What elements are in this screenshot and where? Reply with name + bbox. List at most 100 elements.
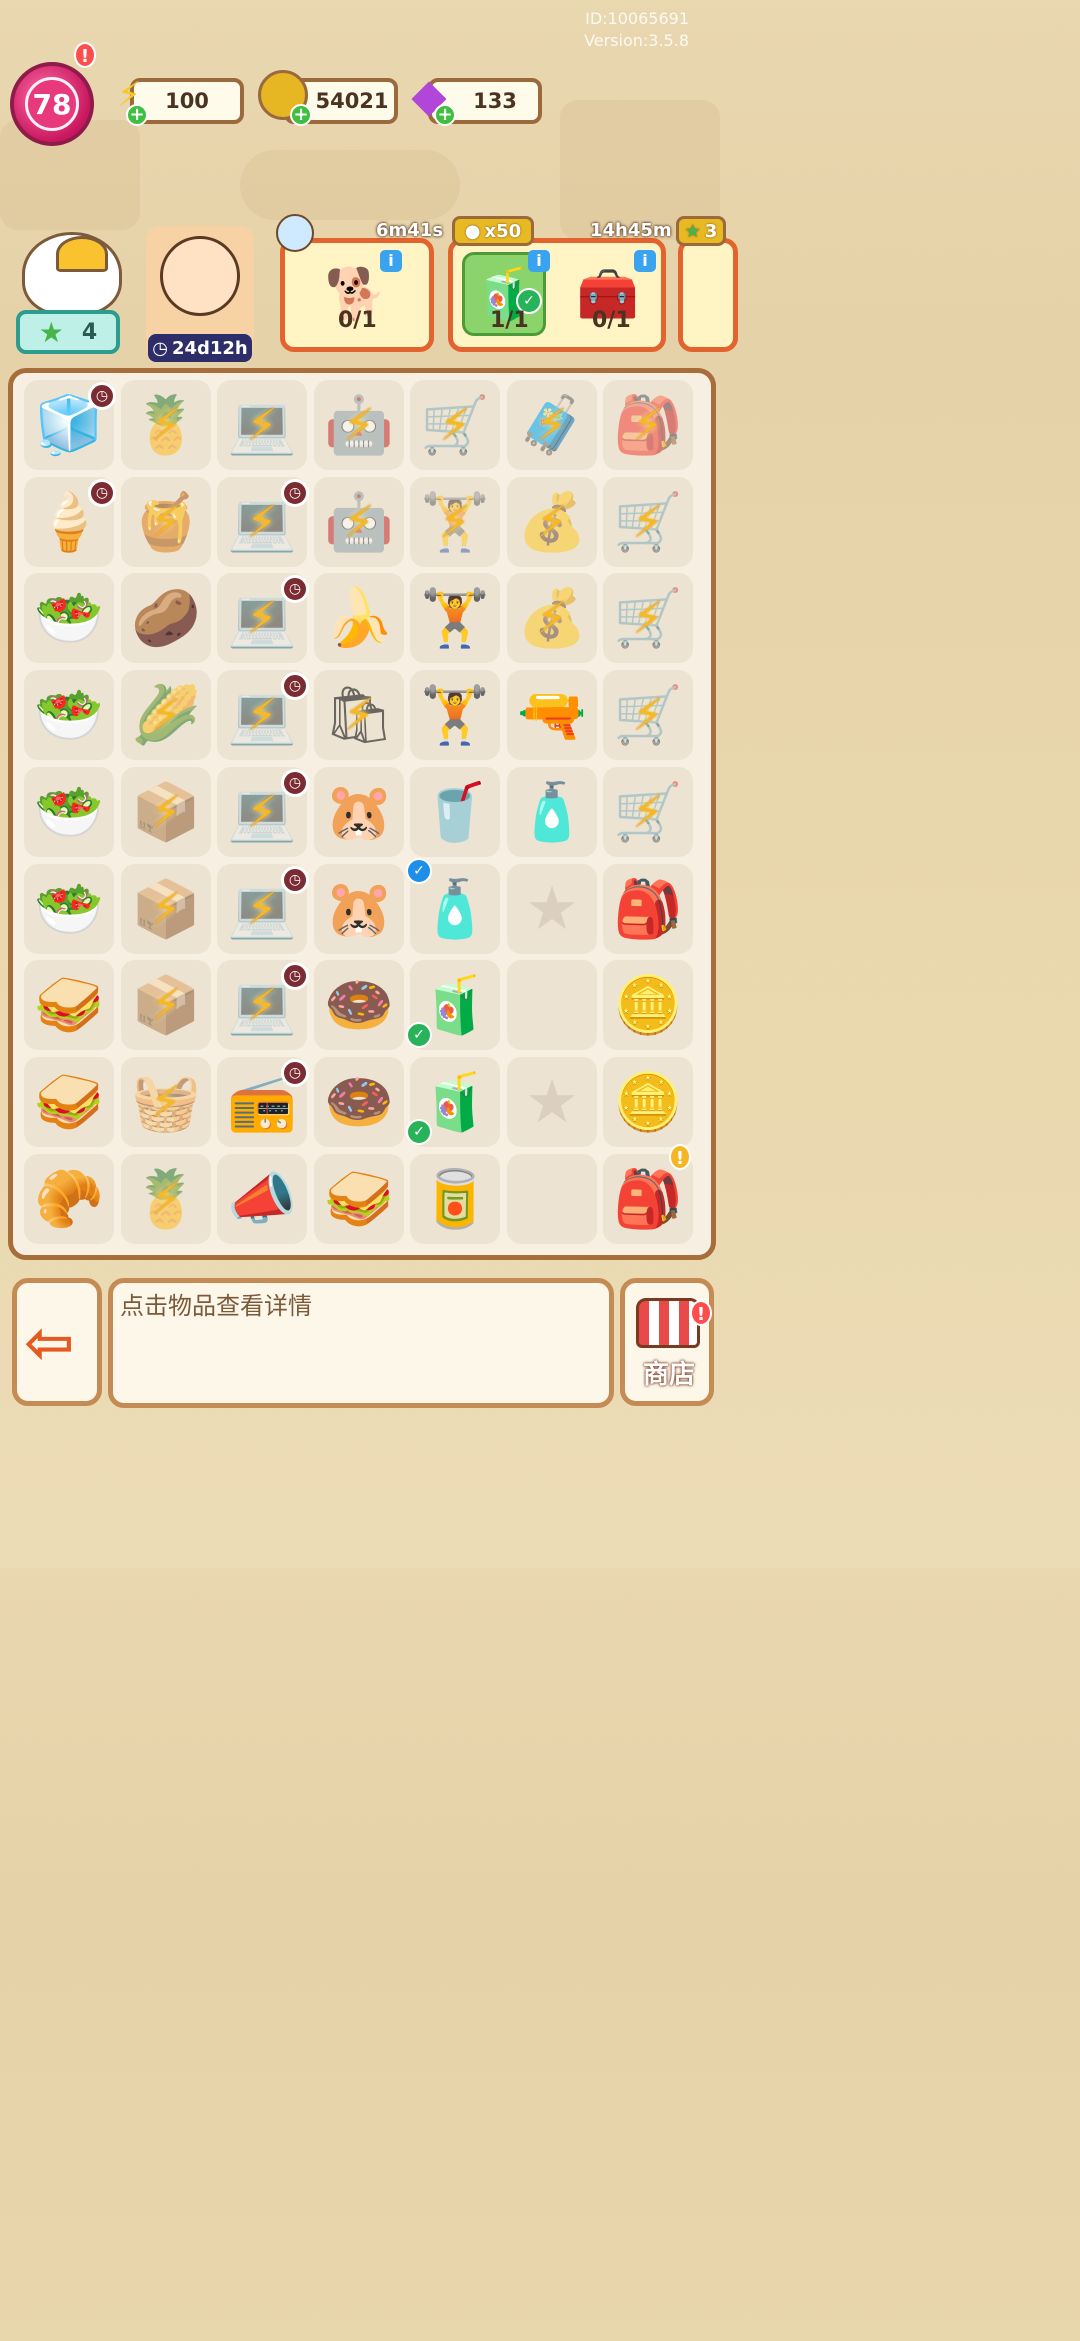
info-icon[interactable]: i bbox=[634, 250, 656, 272]
item-icon: 🥪 bbox=[324, 1167, 394, 1232]
board-item-cell[interactable]: 🏋 bbox=[410, 670, 500, 760]
customer-avatar-icon bbox=[276, 214, 314, 252]
item-icon: 🧴 bbox=[517, 780, 587, 845]
level-number: 78 bbox=[25, 77, 79, 131]
board-item-cell[interactable]: 🪙 bbox=[603, 960, 693, 1050]
locked-lightning-icon: ⚡ bbox=[603, 477, 693, 567]
cooldown-clock-icon: ◷ bbox=[281, 1059, 309, 1087]
board-item-cell[interactable]: 🍩 bbox=[314, 1057, 404, 1147]
board-item-cell[interactable]: 📣 bbox=[217, 1154, 307, 1244]
board-item-cell[interactable]: 🥪 bbox=[24, 960, 114, 1050]
item-icon: 🥔 bbox=[131, 586, 201, 651]
lightning-icon: ⚡ bbox=[246, 979, 278, 1031]
check-icon: ✓ bbox=[406, 858, 432, 884]
lightning-icon: ⚡ bbox=[536, 496, 568, 548]
lightning-icon: ⚡ bbox=[246, 592, 278, 644]
board-item-cell[interactable]: 🐹 bbox=[314, 767, 404, 857]
helper-star-counter[interactable]: ★ 4 bbox=[16, 310, 120, 354]
empty-star-icon: ★ bbox=[525, 1067, 579, 1137]
board-item-cell[interactable]: 🍩 bbox=[314, 960, 404, 1050]
lightning-icon: ⚡ bbox=[343, 496, 375, 548]
board-item-cell[interactable]: 🥐 bbox=[24, 1154, 114, 1244]
order-card-partial[interactable] bbox=[678, 238, 738, 352]
item-icon: 🧴 bbox=[420, 877, 490, 942]
order-coin-reward: ● x50 bbox=[452, 216, 534, 246]
board-item-cell[interactable]: 🍌 bbox=[314, 573, 404, 663]
energy-value: 100 bbox=[165, 89, 209, 113]
empty-cell[interactable] bbox=[507, 960, 597, 1050]
lightning-icon: ⚡ bbox=[536, 592, 568, 644]
add-gems-icon[interactable]: + bbox=[434, 104, 456, 126]
cooldown-clock-icon: ◷ bbox=[88, 382, 116, 410]
locked-lightning-icon: ⚡ bbox=[410, 380, 500, 470]
info-icon[interactable]: i bbox=[380, 250, 402, 272]
item-icon: 🪙 bbox=[613, 1070, 683, 1135]
order-star-reward: ★ 3 bbox=[676, 216, 726, 246]
player-id: ID:10065691 bbox=[585, 9, 689, 28]
board-item-cell[interactable]: 🥗 bbox=[24, 864, 114, 954]
locked-lightning-icon: ⚡ bbox=[314, 380, 404, 470]
lightning-icon: ⚡ bbox=[536, 399, 568, 451]
item-icon: 🎒 bbox=[613, 1167, 683, 1232]
locked-lightning-icon: ⚡ bbox=[121, 767, 211, 857]
lightning-icon: ⚡ bbox=[150, 496, 182, 548]
item-icon: 🏋 bbox=[420, 683, 490, 748]
item-icon: 🥫 bbox=[420, 1167, 490, 1232]
lightning-icon: ⚡ bbox=[150, 399, 182, 451]
cooldown-clock-icon: ◷ bbox=[281, 479, 309, 507]
lightning-icon: ⚡ bbox=[246, 399, 278, 451]
item-icon: 🪙 bbox=[613, 973, 683, 1038]
lightning-icon: ⚡ bbox=[632, 592, 664, 644]
board-item-cell[interactable]: 🥫 bbox=[410, 1154, 500, 1244]
clock-icon: ◷ bbox=[152, 337, 168, 359]
board-item-cell[interactable]: 🥪 bbox=[314, 1154, 404, 1244]
board-item-cell[interactable]: 🐹 bbox=[314, 864, 404, 954]
empty-cell[interactable]: ★ bbox=[507, 864, 597, 954]
item-icon: 🥪 bbox=[34, 973, 104, 1038]
board-item-cell[interactable]: 🥗 bbox=[24, 767, 114, 857]
order-progress: 0/1 bbox=[338, 308, 377, 333]
empty-cell[interactable] bbox=[507, 1154, 597, 1244]
item-icon: 📣 bbox=[227, 1167, 297, 1232]
locked-lightning-icon: ⚡ bbox=[314, 670, 404, 760]
board-item-cell[interactable]: 🥪 bbox=[24, 1057, 114, 1147]
item-icon: 🥤 bbox=[420, 780, 490, 845]
info-icon[interactable]: i bbox=[528, 250, 550, 272]
board-item-cell[interactable]: 🧴 bbox=[507, 767, 597, 857]
item-icon: 🐹 bbox=[324, 877, 394, 942]
lightning-icon: ⚡ bbox=[150, 786, 182, 838]
locked-lightning-icon: ⚡ bbox=[603, 573, 693, 663]
lightning-icon: ⚡ bbox=[343, 399, 375, 451]
board-item-cell[interactable]: 🎒 bbox=[603, 864, 693, 954]
locked-lightning-icon: ⚡ bbox=[121, 1154, 211, 1244]
locked-lightning-icon: ⚡ bbox=[121, 477, 211, 567]
add-coins-icon[interactable]: + bbox=[290, 104, 312, 126]
lightning-icon: ⚡ bbox=[150, 1173, 182, 1225]
helper-star-value: 4 bbox=[81, 319, 98, 345]
level-alert-icon: ! bbox=[74, 42, 96, 68]
board-item-cell[interactable]: 🪙 bbox=[603, 1057, 693, 1147]
level-badge[interactable]: 78 bbox=[10, 62, 94, 146]
check-icon: ✓ bbox=[406, 1119, 432, 1145]
board-item-cell[interactable]: 🏋 bbox=[410, 573, 500, 663]
board-item-cell[interactable]: 🔫 bbox=[507, 670, 597, 760]
board-item-cell[interactable]: 🥔 bbox=[121, 573, 211, 663]
locked-lightning-icon: ⚡ bbox=[121, 1057, 211, 1147]
lightning-icon: ⚡ bbox=[150, 979, 182, 1031]
board-item-cell[interactable]: 🥤 bbox=[410, 767, 500, 857]
item-icon: 🍩 bbox=[324, 973, 394, 1038]
add-energy-icon[interactable]: + bbox=[126, 104, 148, 126]
item-icon: 🥗 bbox=[34, 780, 104, 845]
order-reward-stars: 3 bbox=[704, 220, 718, 242]
lightning-icon: ⚡ bbox=[246, 689, 278, 741]
locked-lightning-icon: ⚡ bbox=[603, 767, 693, 857]
lightning-icon: ⚡ bbox=[632, 496, 664, 548]
locked-lightning-icon: ⚡ bbox=[121, 864, 211, 954]
lightning-icon: ⚡ bbox=[246, 883, 278, 935]
empty-cell[interactable]: ★ bbox=[507, 1057, 597, 1147]
board-item-cell[interactable]: 🥗 bbox=[24, 670, 114, 760]
lightning-icon: ⚡ bbox=[246, 786, 278, 838]
board-item-cell[interactable]: 🥗 bbox=[24, 573, 114, 663]
locked-lightning-icon: ⚡ bbox=[603, 380, 693, 470]
cooldown-clock-icon: ◷ bbox=[281, 866, 309, 894]
